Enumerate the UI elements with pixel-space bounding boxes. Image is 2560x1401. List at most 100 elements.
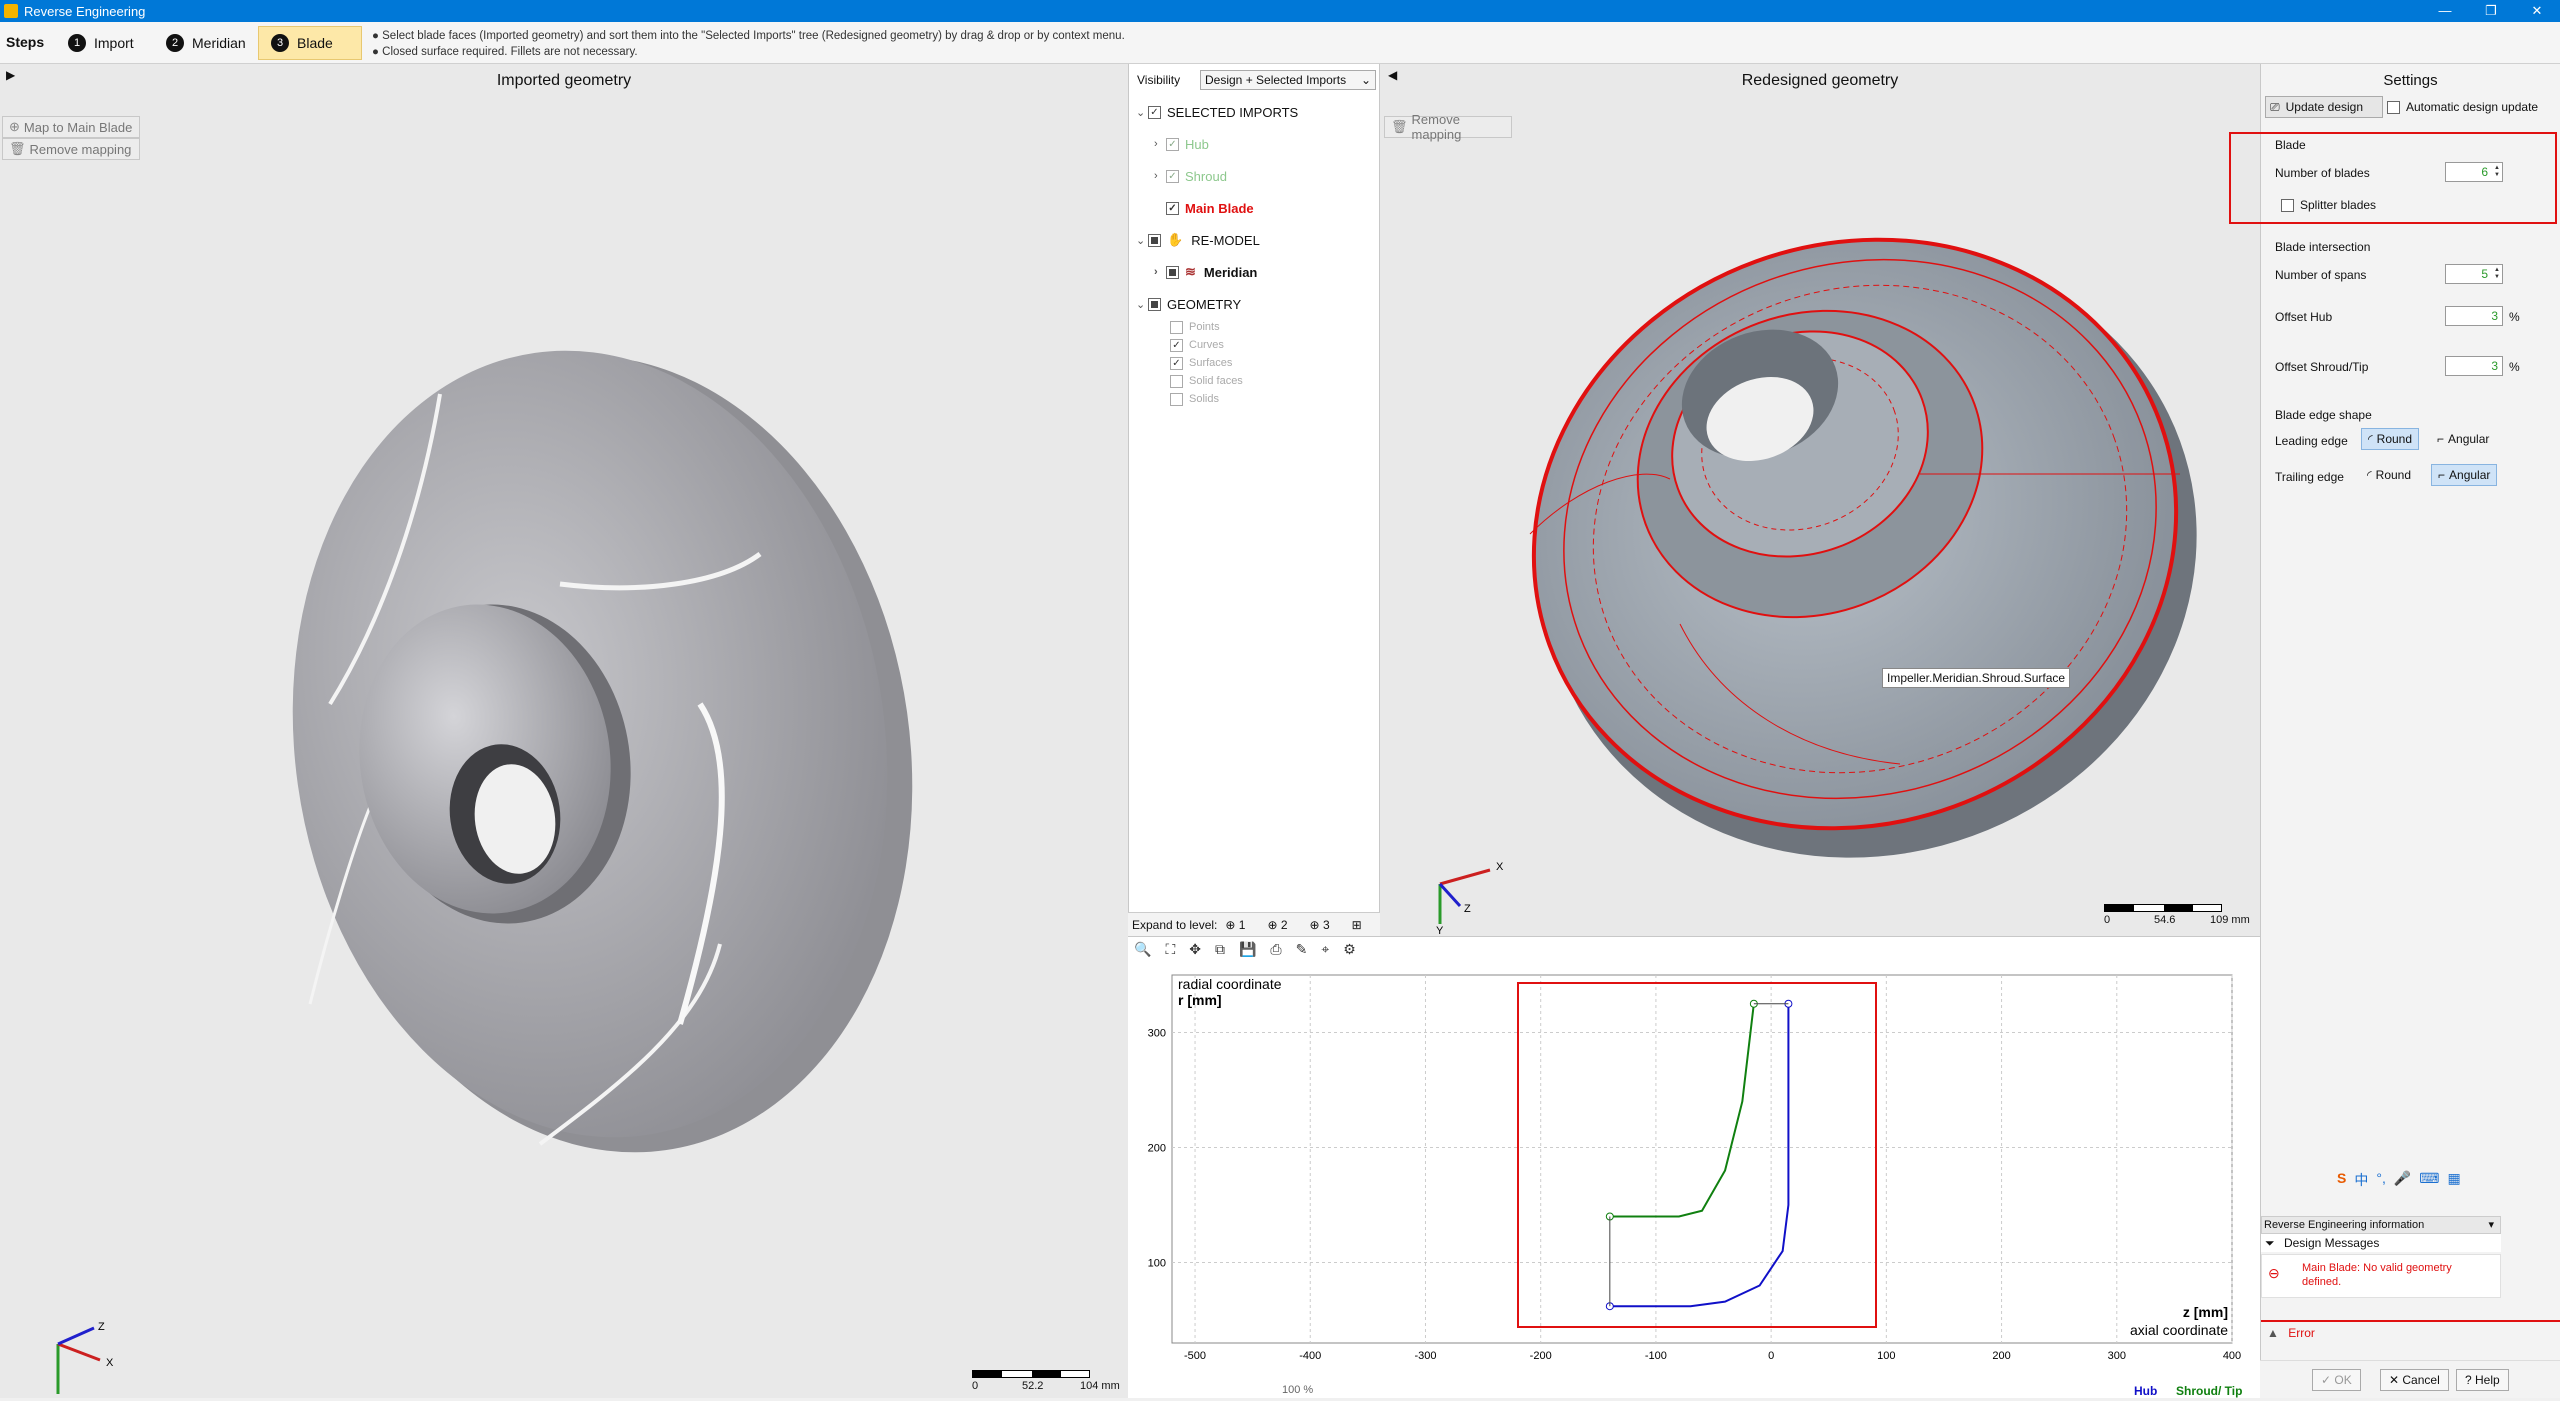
offset-hub-label: Offset Hub bbox=[2275, 310, 2333, 324]
checkbox[interactable] bbox=[1148, 297, 1161, 311]
checkbox[interactable]: ✓ bbox=[1166, 137, 1179, 151]
cancel-button[interactable]: ✕ Cancel bbox=[2380, 1369, 2449, 1391]
checkbox[interactable] bbox=[1170, 392, 1183, 406]
settings-panel: Settings ⎚ Update design Automatic desig… bbox=[2229, 64, 2560, 1398]
tree-label: Surfaces bbox=[1189, 357, 1233, 369]
tree-label: GEOMETRY bbox=[1167, 296, 1242, 312]
meridian-chart[interactable]: -500 -400 -300 -200 -100 0 100 200 300 400 100 200 3… bbox=[1128, 937, 2260, 1399]
expand-level-1[interactable]: ⊕ 1 bbox=[1225, 918, 1245, 932]
splitter-blades-checkbox[interactable]: Splitter blades bbox=[2281, 198, 2376, 212]
imported-geometry-pane[interactable]: ▶ Imported geometry ⊕ Map to Main Blade … bbox=[0, 64, 1128, 1398]
tree-node-points[interactable]: Points bbox=[1170, 319, 1220, 335]
ime-logo-icon[interactable]: S bbox=[2337, 1170, 2346, 1190]
step-label: Blade bbox=[297, 35, 333, 51]
keyboard-icon[interactable]: ⌨ bbox=[2419, 1170, 2439, 1190]
update-design-button[interactable]: ⎚ Update design bbox=[2265, 96, 2383, 118]
checkbox[interactable] bbox=[1170, 374, 1183, 388]
checkbox[interactable]: ✓ bbox=[1170, 338, 1183, 352]
offset-shroud-input[interactable]: 3 bbox=[2445, 356, 2503, 376]
checkbox[interactable] bbox=[1166, 265, 1179, 279]
chevron-right-icon[interactable]: › bbox=[1154, 170, 1166, 182]
tree-node-selected-imports[interactable]: ⌄ ✓ SELECTED IMPORTS bbox=[1136, 102, 1298, 122]
tree-node-remodel[interactable]: ⌄ ✋ RE-MODEL bbox=[1136, 230, 1260, 250]
dialog-buttons: ✓ OK ✕ Cancel ? Help bbox=[2260, 1360, 2560, 1398]
checkbox[interactable] bbox=[1148, 233, 1161, 247]
info-header[interactable]: Reverse Engineering information ▾ bbox=[2261, 1216, 2501, 1234]
imported-viewport[interactable] bbox=[0, 64, 1128, 1398]
trailing-round-option[interactable]: ◜ Round bbox=[2361, 464, 2417, 486]
tree-node-solid-faces[interactable]: Solid faces bbox=[1170, 373, 1243, 389]
tree-node-surfaces[interactable]: ✓ Surfaces bbox=[1170, 355, 1232, 371]
expand-label: Expand to level: bbox=[1132, 917, 1218, 932]
button-label: Cancel bbox=[2402, 1373, 2440, 1387]
level-label: 1 bbox=[1238, 917, 1246, 932]
leading-round-option[interactable]: ◜ Round bbox=[2361, 428, 2420, 450]
step-meridian[interactable]: 2 Meridian bbox=[154, 26, 258, 60]
tree-rows: ⌄ ✓ SELECTED IMPORTS › ✓ Hub › ✓ Shroud … bbox=[1128, 64, 1380, 936]
chevron-down-icon[interactable]: ⌄ bbox=[1136, 298, 1148, 311]
chevron-right-icon[interactable]: › bbox=[1154, 138, 1166, 150]
minimize-button[interactable]: — bbox=[2422, 0, 2468, 22]
round-edge-icon: ◜ bbox=[2368, 432, 2373, 446]
tree-node-geometry[interactable]: ⌄ GEOMETRY bbox=[1136, 294, 1241, 314]
legend-shroud: Shroud/ Tip bbox=[2176, 1384, 2242, 1398]
expand-up-icon: ▲ bbox=[2267, 1326, 2279, 1340]
number-of-blades-stepper[interactable]: 6 bbox=[2445, 162, 2503, 182]
checkbox[interactable]: ✓ bbox=[1170, 356, 1183, 370]
offset-hub-input[interactable]: 3 bbox=[2445, 306, 2503, 326]
tree-node-main-blade[interactable]: ✓ Main Blade bbox=[1166, 198, 1254, 218]
trailing-edge-label: Trailing edge bbox=[2275, 470, 2344, 484]
tree-node-meridian[interactable]: › ≋ Meridian bbox=[1154, 262, 1257, 282]
button-label: Update design bbox=[2285, 100, 2363, 114]
checkbox[interactable] bbox=[2387, 100, 2400, 114]
meridian-chart-panel[interactable]: 🔍 ⛶ ✥ ⧉ 💾 ⎙ ✎ ⌖ ⚙ -500 -400 -300 -200 -100 0 1… bbox=[1128, 936, 2260, 1398]
design-messages-row[interactable]: ⏷ Design Messages bbox=[2261, 1234, 2501, 1252]
expand-level-3[interactable]: ⊕ 3 bbox=[1310, 918, 1330, 932]
chevron-down-icon[interactable]: ▾ bbox=[2488, 1217, 2494, 1233]
expand-level-2[interactable]: ⊕ 2 bbox=[1267, 918, 1287, 932]
step-import[interactable]: 1 Import bbox=[56, 26, 146, 60]
meridian-icon: ≋ bbox=[1185, 264, 1196, 279]
checkbox[interactable]: ✓ bbox=[1166, 169, 1179, 183]
x-tick-label: -100 bbox=[1645, 1350, 1667, 1362]
close-button[interactable]: ✕ bbox=[2514, 0, 2560, 22]
ok-button[interactable]: ✓ OK bbox=[2312, 1369, 2361, 1391]
error-status-label: Error bbox=[2288, 1326, 2315, 1340]
spans-stepper[interactable]: 5 bbox=[2445, 264, 2503, 284]
axis-x-label: X bbox=[106, 1357, 114, 1369]
section-edge-shape: Blade edge shape bbox=[2275, 408, 2372, 422]
step-blade[interactable]: 3 Blade bbox=[258, 26, 362, 60]
chevron-down-icon[interactable]: ⌄ bbox=[1136, 234, 1148, 247]
ime-punct-icon[interactable]: °, bbox=[2376, 1170, 2386, 1190]
ime-chinese-icon[interactable]: 中 bbox=[2354, 1170, 2368, 1190]
auto-update-checkbox[interactable]: Automatic design update bbox=[2387, 100, 2538, 114]
redesigned-viewport[interactable] bbox=[1380, 64, 2260, 936]
expand-all-icon[interactable]: ⊞ bbox=[1352, 918, 1362, 932]
step-number: 2 bbox=[166, 34, 184, 52]
chevron-right-icon[interactable]: › bbox=[1154, 266, 1166, 278]
checkbox[interactable] bbox=[2281, 198, 2294, 212]
help-button[interactable]: ? Help bbox=[2456, 1369, 2509, 1391]
tree-node-curves[interactable]: ✓ Curves bbox=[1170, 337, 1224, 353]
scale-label: 54.6 bbox=[2154, 914, 2176, 926]
tree-node-solids[interactable]: Solids bbox=[1170, 391, 1219, 407]
tree-node-hub[interactable]: › ✓ Hub bbox=[1154, 134, 1209, 154]
info-header-label: Reverse Engineering information bbox=[2264, 1219, 2425, 1231]
chevron-down-icon[interactable]: ⌄ bbox=[1136, 106, 1148, 119]
trailing-angular-option[interactable]: ⌐ Angular bbox=[2431, 464, 2498, 486]
checkbox[interactable]: ✓ bbox=[1166, 201, 1179, 215]
microphone-icon[interactable]: 🎤 bbox=[2394, 1170, 2411, 1190]
maximize-button[interactable]: ❐ bbox=[2468, 0, 2514, 22]
checkbox[interactable] bbox=[1170, 320, 1183, 334]
leading-angular-option[interactable]: ⌐ Angular bbox=[2431, 428, 2495, 450]
redesigned-geometry-pane[interactable]: ◀ Redesigned geometry 🗑 Remove mapping I… bbox=[1380, 64, 2260, 937]
checkbox[interactable]: ✓ bbox=[1148, 105, 1161, 119]
grid-icon[interactable]: ▦ bbox=[2448, 1170, 2461, 1190]
tree-node-shroud[interactable]: › ✓ Shroud bbox=[1154, 166, 1227, 186]
level-label: 3 bbox=[1322, 917, 1330, 932]
error-status[interactable]: ▲ Error bbox=[2267, 1326, 2315, 1340]
axis-z-label: Z bbox=[98, 1321, 105, 1333]
offset-shroud-label: Offset Shroud/Tip bbox=[2275, 360, 2369, 374]
design-messages-label: Design Messages bbox=[2283, 1236, 2380, 1250]
error-divider bbox=[2261, 1320, 2560, 1322]
